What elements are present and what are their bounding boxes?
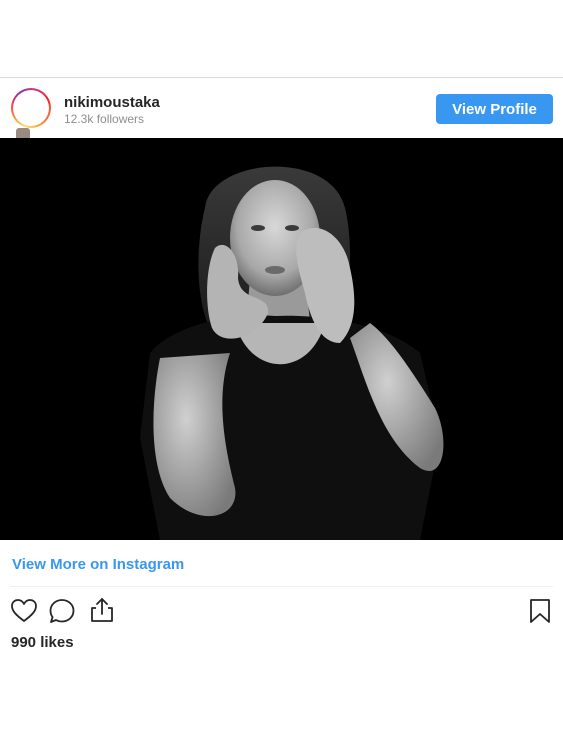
instagram-embed: nikimoustaka 12.3k followers View Profil… bbox=[0, 77, 563, 657]
avatar-photo bbox=[16, 128, 30, 138]
bookmark-icon[interactable] bbox=[526, 597, 554, 625]
username[interactable]: nikimoustaka bbox=[64, 94, 160, 111]
comment-icon[interactable] bbox=[48, 597, 76, 625]
action-bar bbox=[0, 595, 563, 631]
view-more-link[interactable]: View More on Instagram bbox=[12, 556, 184, 573]
follower-count: 12.3k followers bbox=[64, 112, 145, 126]
post-header: nikimoustaka 12.3k followers View Profil… bbox=[0, 78, 563, 138]
divider bbox=[10, 586, 553, 587]
like-count: 990 likes bbox=[11, 634, 74, 651]
portrait-photo bbox=[0, 138, 563, 540]
post-photo[interactable] bbox=[0, 138, 563, 540]
view-profile-button[interactable]: View Profile bbox=[436, 94, 553, 124]
heart-icon[interactable] bbox=[10, 597, 38, 625]
avatar-inner bbox=[13, 90, 49, 126]
share-icon[interactable] bbox=[88, 596, 116, 624]
avatar[interactable] bbox=[11, 88, 51, 138]
